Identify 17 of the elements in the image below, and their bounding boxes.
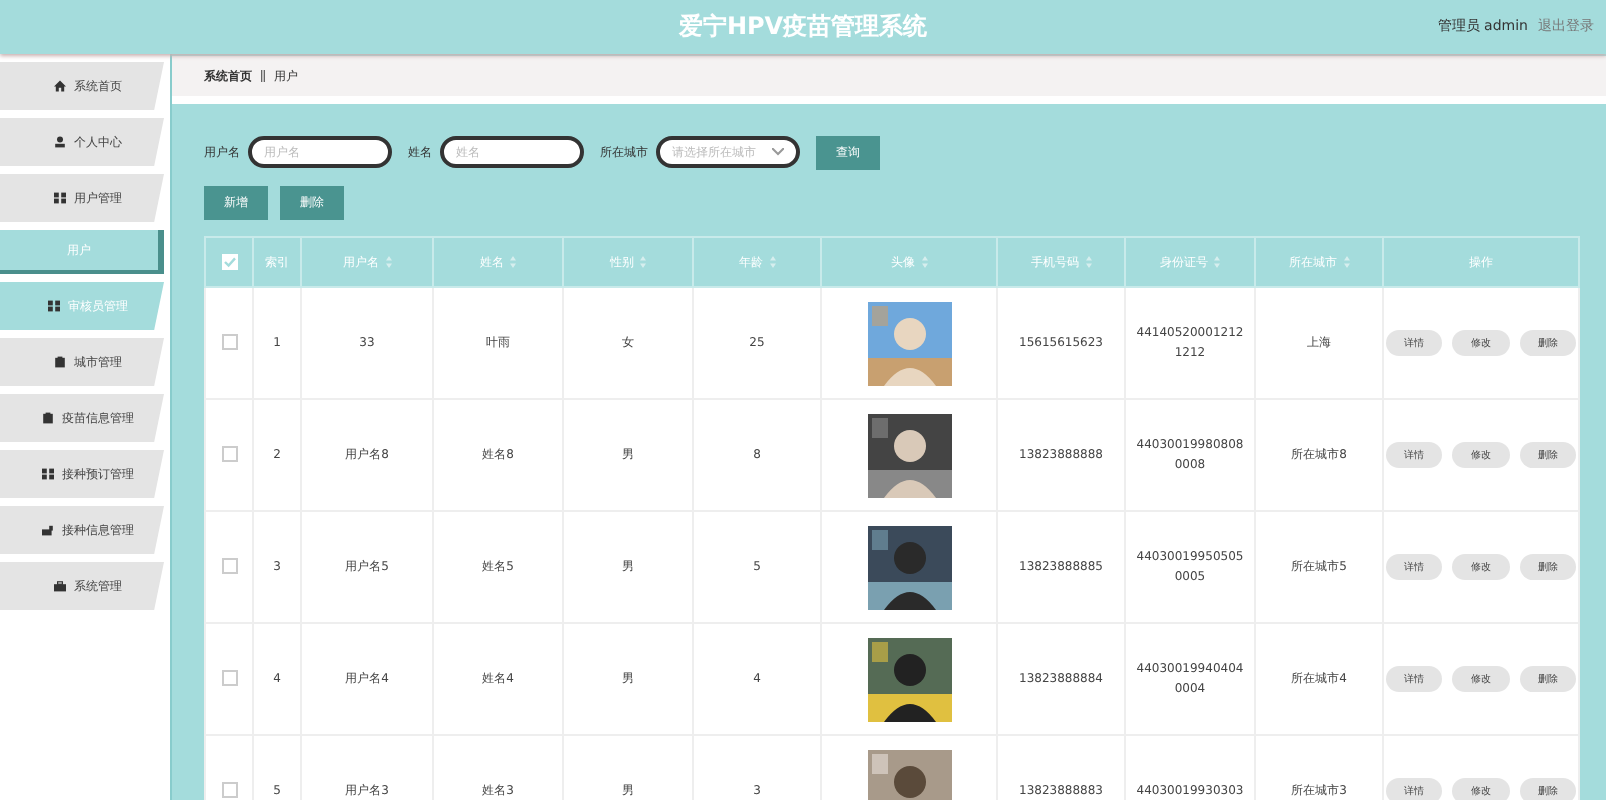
separator-icon: [260, 70, 266, 82]
grid-icon: [42, 468, 54, 480]
row-checkbox[interactable]: [221, 669, 237, 685]
person-icon: [54, 136, 66, 148]
grid-icon: [48, 300, 60, 312]
chevron-icon: [772, 148, 784, 156]
select-all-checkbox[interactable]: [221, 254, 237, 270]
clipboard-icon: [42, 412, 54, 424]
briefcase-icon: [54, 580, 66, 592]
home-icon: [54, 80, 66, 92]
app-title: 爱宁HPV疫苗管理系统: [678, 10, 928, 44]
row-checkbox[interactable]: [221, 781, 237, 797]
row-checkbox[interactable]: [221, 557, 237, 573]
grid-icon: [54, 192, 66, 204]
clipboard-icon: [54, 356, 66, 368]
row-checkbox[interactable]: [221, 333, 237, 349]
row-checkbox[interactable]: [221, 445, 237, 461]
